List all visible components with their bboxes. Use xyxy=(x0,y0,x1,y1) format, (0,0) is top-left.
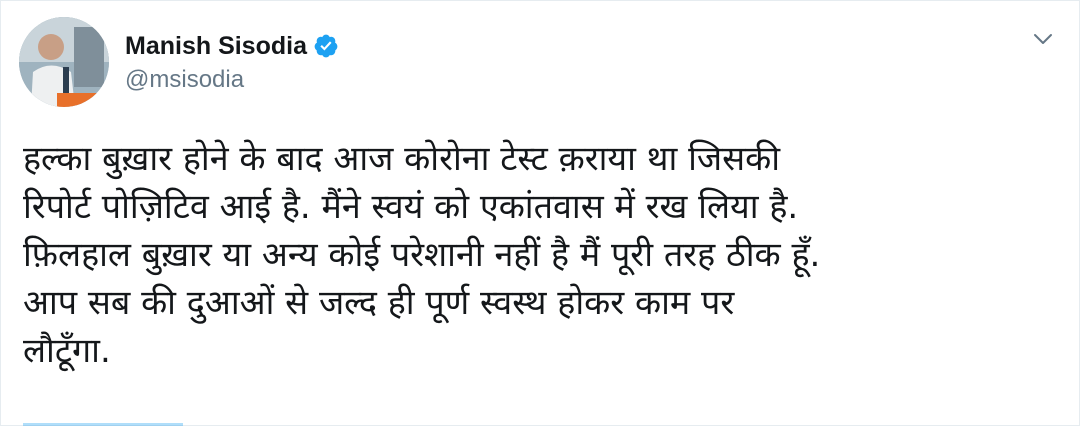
tweet-timestamp-link[interactable] xyxy=(23,419,183,426)
verified-badge-icon xyxy=(313,33,339,59)
author-display-name[interactable]: Manish Sisodia xyxy=(125,29,307,63)
author-handle[interactable]: @msisodia xyxy=(125,65,244,95)
chevron-down-icon[interactable] xyxy=(1031,27,1055,51)
author-name-row: Manish Sisodia xyxy=(125,29,339,63)
tweet-card: Manish Sisodia @msisodia हल्का बुख़ार हो… xyxy=(0,0,1080,426)
avatar-photo xyxy=(19,17,109,107)
avatar[interactable] xyxy=(19,17,109,107)
tweet-text: हल्का बुख़ार होने के बाद आज कोरोना टेस्ट… xyxy=(23,139,821,371)
